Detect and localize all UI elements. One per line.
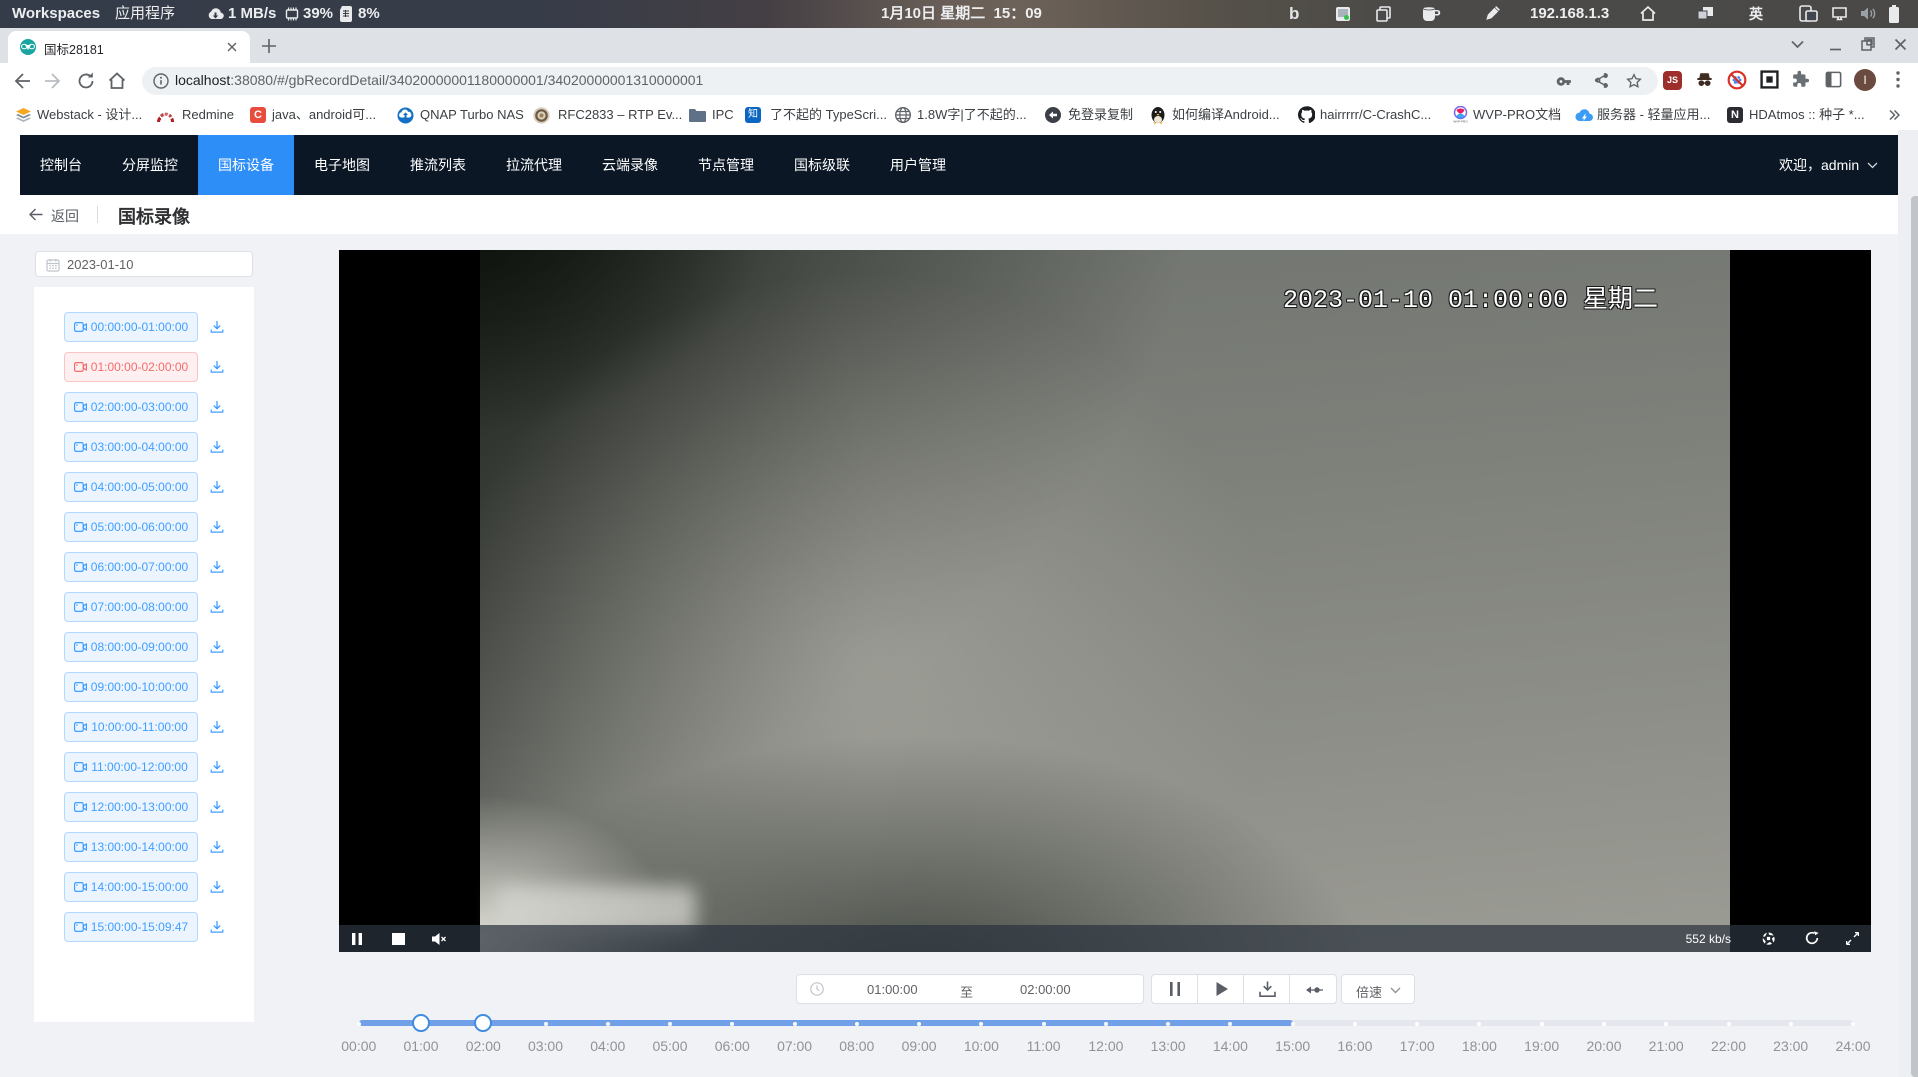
svg-text:WVP-PRO: WVP-PRO xyxy=(1453,120,1468,124)
